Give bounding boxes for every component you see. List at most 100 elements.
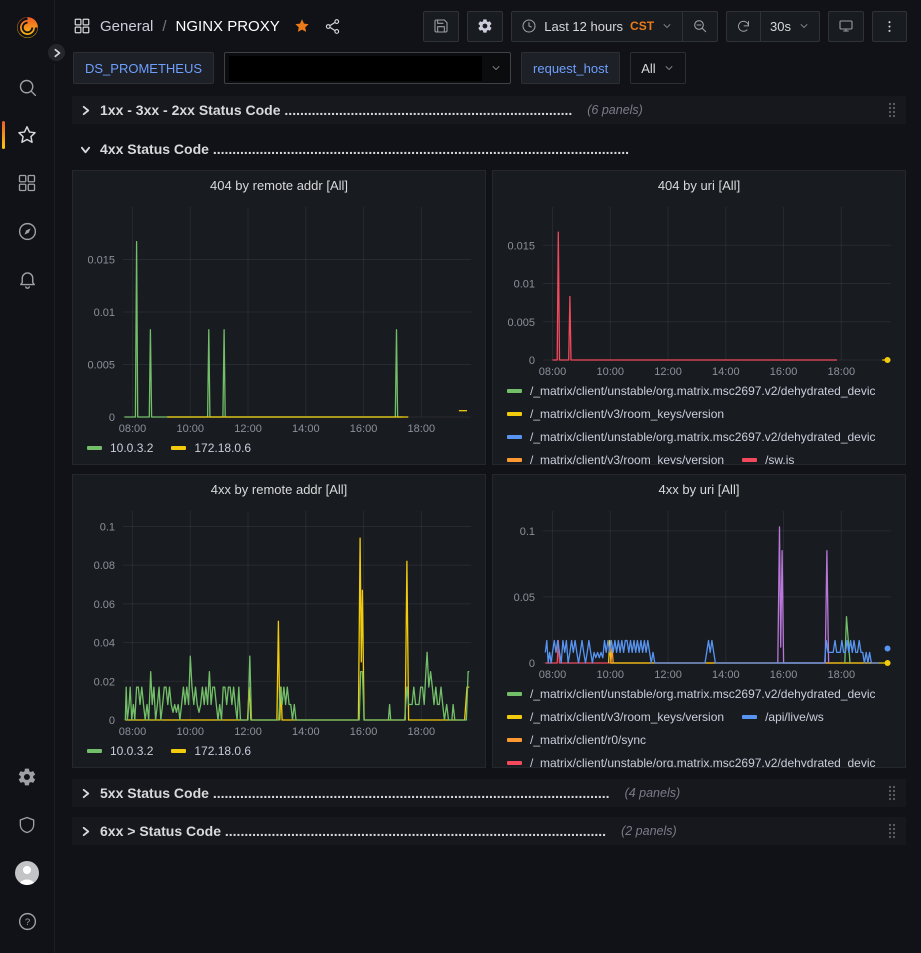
svg-text:10:00: 10:00 bbox=[597, 366, 625, 378]
unstar-dashboard-button[interactable] bbox=[293, 17, 311, 35]
svg-text:0.01: 0.01 bbox=[94, 307, 115, 319]
svg-text:08:00: 08:00 bbox=[539, 669, 567, 681]
breadcrumb-separator: / bbox=[162, 18, 166, 35]
legend-item[interactable]: /_matrix/client/v3/room_keys/version bbox=[507, 709, 724, 725]
svg-text:0.1: 0.1 bbox=[520, 526, 535, 538]
refresh-interval-picker[interactable]: 30s bbox=[760, 12, 819, 41]
star-filled-icon bbox=[293, 17, 311, 35]
legend-label: /_matrix/client/unstable/org.matrix.msc2… bbox=[530, 429, 875, 445]
svg-text:0.015: 0.015 bbox=[87, 255, 115, 267]
legend-item[interactable]: 10.0.3.2 bbox=[87, 440, 153, 456]
svg-text:08:00: 08:00 bbox=[539, 366, 567, 378]
more-options-button[interactable] bbox=[873, 12, 906, 41]
sidebar-item-help[interactable]: ? bbox=[0, 897, 55, 945]
chart-plot-area[interactable]: 00.050.108:0010:0012:0014:0016:0018:00 bbox=[497, 503, 901, 683]
row-1xx-3xx-2xx[interactable]: 1xx - 3xx - 2xx Status Code ............… bbox=[72, 96, 906, 124]
svg-text:14:00: 14:00 bbox=[712, 669, 740, 681]
share-dashboard-button[interactable] bbox=[324, 18, 341, 35]
row-drag-handle[interactable] bbox=[884, 100, 900, 120]
legend-item[interactable]: /_matrix/client/v3/room_keys/version bbox=[507, 452, 724, 464]
svg-text:12:00: 12:00 bbox=[234, 726, 262, 738]
variable-host-dropdown[interactable]: All bbox=[630, 52, 685, 84]
kebab-menu-icon bbox=[882, 19, 897, 34]
sidebar-item-starred[interactable] bbox=[0, 111, 55, 159]
sidebar-item-profile[interactable] bbox=[0, 849, 55, 897]
sidebar-item-server-admin[interactable] bbox=[0, 801, 55, 849]
legend-item[interactable]: 172.18.0.6 bbox=[171, 440, 251, 456]
svg-text:18:00: 18:00 bbox=[408, 726, 436, 738]
panel-title[interactable]: 404 by uri [All] bbox=[497, 171, 901, 199]
svg-text:0.01: 0.01 bbox=[514, 279, 535, 291]
sidebar-item-search[interactable] bbox=[0, 63, 55, 111]
svg-text:12:00: 12:00 bbox=[654, 669, 682, 681]
svg-text:16:00: 16:00 bbox=[770, 669, 798, 681]
svg-text:18:00: 18:00 bbox=[828, 669, 856, 681]
panel-title[interactable]: 4xx by remote addr [All] bbox=[77, 475, 481, 503]
sidebar-item-explore[interactable] bbox=[0, 207, 55, 255]
breadcrumb-folder[interactable]: General bbox=[100, 18, 153, 35]
share-icon bbox=[324, 18, 341, 35]
svg-text:0.005: 0.005 bbox=[507, 317, 535, 329]
sidebar-expand-button[interactable] bbox=[45, 41, 68, 64]
chevron-right-icon bbox=[52, 48, 62, 58]
row-panel-count: (6 panels) bbox=[587, 103, 643, 117]
help-icon: ? bbox=[17, 911, 38, 932]
row-drag-handle[interactable] bbox=[884, 783, 900, 803]
row-6xx[interactable]: 6xx > Status Code ......................… bbox=[72, 817, 906, 845]
variable-ds-dropdown[interactable] bbox=[224, 52, 511, 84]
legend-label: /api/live/ws bbox=[765, 709, 824, 725]
svg-text:0: 0 bbox=[529, 658, 535, 670]
legend-item[interactable]: /_matrix/client/v3/room_keys/version bbox=[507, 406, 724, 422]
svg-text:14:00: 14:00 bbox=[292, 423, 320, 435]
bell-icon bbox=[17, 269, 38, 290]
chevron-down-icon bbox=[663, 62, 675, 74]
svg-text:16:00: 16:00 bbox=[770, 366, 798, 378]
svg-text:08:00: 08:00 bbox=[119, 726, 147, 738]
legend-item[interactable]: /_matrix/client/unstable/org.matrix.msc2… bbox=[507, 383, 875, 399]
legend-item[interactable]: /api/live/ws bbox=[742, 709, 824, 725]
gear-icon bbox=[17, 767, 37, 787]
legend-color-dash bbox=[507, 761, 522, 765]
svg-text:18:00: 18:00 bbox=[408, 423, 436, 435]
panel-title[interactable]: 404 by remote addr [All] bbox=[77, 171, 481, 199]
refresh-dashboard-button[interactable] bbox=[727, 12, 760, 41]
chart-legend: /_matrix/client/unstable/org.matrix.msc2… bbox=[497, 380, 901, 464]
legend-item[interactable]: 10.0.3.2 bbox=[87, 743, 153, 759]
chart-plot-area[interactable]: 00.0050.010.01508:0010:0012:0014:0016:00… bbox=[77, 199, 481, 437]
chart-plot-area[interactable]: 00.020.040.060.080.108:0010:0012:0014:00… bbox=[77, 503, 481, 740]
row-title: 6xx > Status Code ......................… bbox=[100, 823, 606, 839]
svg-text:0.05: 0.05 bbox=[514, 592, 535, 604]
row-title: 4xx Status Code ........................… bbox=[100, 141, 629, 157]
legend-color-dash bbox=[507, 435, 522, 439]
chart-plot-area[interactable]: 00.0050.010.01508:0010:0012:0014:0016:00… bbox=[497, 199, 901, 380]
variable-ds-label: DS_PROMETHEUS bbox=[73, 52, 214, 84]
row-panel-count: (2 panels) bbox=[621, 824, 677, 838]
chevron-down-icon bbox=[80, 144, 91, 155]
svg-text:12:00: 12:00 bbox=[654, 366, 682, 378]
legend-item[interactable]: /_matrix/client/unstable/org.matrix.msc2… bbox=[507, 755, 875, 767]
sidebar-item-dashboards[interactable] bbox=[0, 159, 55, 207]
zoom-out-time-button[interactable] bbox=[682, 12, 717, 41]
legend-color-dash bbox=[507, 389, 522, 393]
tv-mode-button[interactable] bbox=[829, 12, 863, 41]
legend-label: 10.0.3.2 bbox=[110, 440, 153, 456]
panel-title[interactable]: 4xx by uri [All] bbox=[497, 475, 901, 503]
legend-color-dash bbox=[507, 412, 522, 416]
row-4xx[interactable]: 4xx Status Code ........................… bbox=[72, 137, 906, 161]
time-range-picker[interactable]: Last 12 hours CST bbox=[512, 12, 682, 41]
sidebar-bottom-group: ? bbox=[0, 753, 55, 945]
row-drag-handle[interactable] bbox=[884, 821, 900, 841]
row-5xx[interactable]: 5xx Status Code ........................… bbox=[72, 779, 906, 807]
legend-item[interactable]: /_matrix/client/r0/sync bbox=[507, 732, 646, 748]
legend-item[interactable]: /_matrix/client/unstable/org.matrix.msc2… bbox=[507, 686, 875, 702]
legend-item[interactable]: /_matrix/client/unstable/org.matrix.msc2… bbox=[507, 429, 875, 445]
dashboards-grid-icon bbox=[17, 173, 37, 193]
legend-label: /_matrix/client/unstable/org.matrix.msc2… bbox=[530, 383, 875, 399]
dashboard-settings-button[interactable] bbox=[468, 12, 502, 41]
sidebar-item-alerting[interactable] bbox=[0, 255, 55, 303]
save-dashboard-button[interactable] bbox=[424, 12, 458, 41]
sidebar-item-settings[interactable] bbox=[0, 753, 55, 801]
grafana-logo[interactable] bbox=[14, 14, 41, 41]
legend-item[interactable]: /sw.js bbox=[742, 452, 794, 464]
legend-item[interactable]: 172.18.0.6 bbox=[171, 743, 251, 759]
